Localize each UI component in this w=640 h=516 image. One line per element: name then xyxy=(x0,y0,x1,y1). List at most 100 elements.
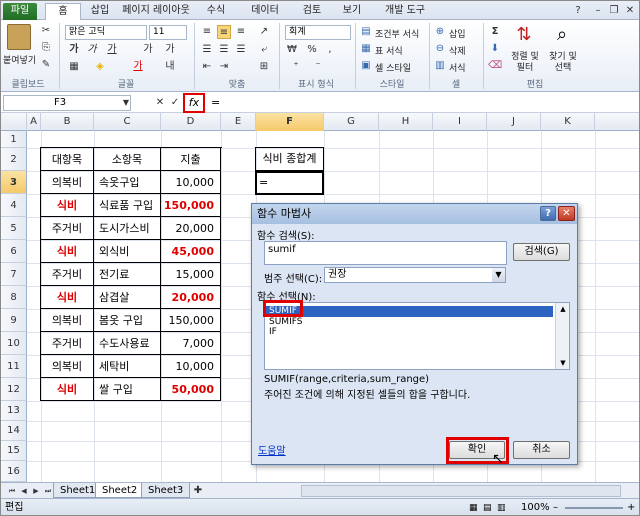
row-header[interactable]: 1 xyxy=(1,131,27,148)
phonetic-icon[interactable]: 내 xyxy=(163,60,177,74)
paste-button[interactable]: 붙여넣기 xyxy=(3,53,36,66)
expense-cell[interactable]: 10,000 xyxy=(161,171,221,194)
decrease-indent-icon[interactable]: ⇤ xyxy=(200,60,214,74)
expense-cell[interactable]: 10,000 xyxy=(161,355,221,378)
row-header[interactable]: 9 xyxy=(1,309,27,332)
align-middle-icon[interactable]: ≡ xyxy=(217,25,231,39)
copy-icon[interactable]: ⎘ xyxy=(39,41,53,55)
borders-icon[interactable]: ▦ xyxy=(67,60,81,74)
row-header[interactable]: 15 xyxy=(1,441,27,461)
column-header-e[interactable]: E xyxy=(221,113,256,131)
decrease-decimal-icon[interactable]: ⁻ xyxy=(311,60,325,74)
subcategory-cell[interactable]: 쌀 구입 xyxy=(94,378,161,401)
percent-icon[interactable]: % xyxy=(305,43,319,57)
tab-file[interactable]: 파일 xyxy=(3,3,37,20)
table-format-button[interactable]: 표 서식 xyxy=(375,44,403,57)
subcategory-cell[interactable]: 식료품 구입 xyxy=(94,194,161,217)
column-header-d[interactable]: D xyxy=(161,113,221,131)
row-header[interactable]: 6 xyxy=(1,240,27,263)
insert-function-button[interactable]: fx xyxy=(183,93,205,113)
tab-formulas[interactable]: 수식 xyxy=(199,3,233,20)
subcategory-cell[interactable]: 도시가스비 xyxy=(94,217,161,240)
comma-icon[interactable]: , xyxy=(323,43,337,57)
row-header[interactable]: 14 xyxy=(1,421,27,441)
row-header[interactable]: 13 xyxy=(1,401,27,421)
name-box[interactable]: F3 xyxy=(3,95,131,111)
dialog-close-icon[interactable]: ✕ xyxy=(558,206,575,221)
header-subcategory[interactable]: 소항목 xyxy=(94,148,161,171)
category-cell[interactable]: 의복비 xyxy=(41,171,94,194)
conditional-format-button[interactable]: 조건부 서식 xyxy=(375,27,419,40)
column-header-j[interactable]: J xyxy=(487,113,541,131)
cell-style-icon[interactable]: ▣ xyxy=(359,59,373,73)
table-format-icon[interactable]: ▦ xyxy=(359,42,373,56)
tab-developer[interactable]: 개발 도구 xyxy=(377,3,433,20)
format-painter-icon[interactable]: ✎ xyxy=(39,58,53,72)
subcategory-cell[interactable]: 속옷구입 xyxy=(94,171,161,194)
header-expense[interactable]: 지출 xyxy=(161,148,221,171)
category-cell[interactable]: 식비 xyxy=(41,240,94,263)
increase-indent-icon[interactable]: ⇥ xyxy=(217,60,231,74)
cell-style-button[interactable]: 셀 스타일 xyxy=(375,61,411,74)
bold-icon[interactable]: 가 xyxy=(67,43,81,57)
row-header[interactable]: 5 xyxy=(1,217,27,240)
category-cell[interactable]: 의복비 xyxy=(41,309,94,332)
restore-icon[interactable]: ❐ xyxy=(607,4,621,18)
new-sheet-icon[interactable]: ✚ xyxy=(191,484,205,498)
conditional-format-icon[interactable]: ▤ xyxy=(359,25,373,39)
scroll-down-icon[interactable]: ▼ xyxy=(556,357,570,369)
format-cells-icon[interactable]: ▥ xyxy=(433,59,447,73)
expense-cell[interactable]: 20,000 xyxy=(161,286,221,309)
clear-icon[interactable]: ⌫ xyxy=(488,59,502,73)
help-link[interactable]: 도움말 xyxy=(258,442,286,457)
cut-icon[interactable]: ✂ xyxy=(39,24,53,38)
expense-cell[interactable]: 150,000 xyxy=(161,309,221,332)
category-cell[interactable]: 식비 xyxy=(41,286,94,309)
row-header[interactable]: 12 xyxy=(1,378,27,401)
column-header-k[interactable]: K xyxy=(541,113,595,131)
view-pagebreak-icon[interactable]: ▥ xyxy=(497,499,506,515)
function-list-item[interactable]: SUMIF xyxy=(266,306,553,317)
expense-cell[interactable]: 20,000 xyxy=(161,217,221,240)
subcategory-cell[interactable]: 세탁비 xyxy=(94,355,161,378)
column-header-c[interactable]: C xyxy=(94,113,161,131)
horizontal-scrollbar[interactable] xyxy=(301,485,621,497)
tab-insert[interactable]: 삽입 xyxy=(83,3,117,20)
italic-icon[interactable]: 가 xyxy=(85,43,99,57)
tab-view[interactable]: 보기 xyxy=(335,3,369,20)
font-name-combo[interactable]: 맑은 고딕 xyxy=(65,25,147,40)
category-cell[interactable]: 식비 xyxy=(41,378,94,401)
row-header[interactable]: 11 xyxy=(1,355,27,378)
paste-icon[interactable] xyxy=(7,24,31,50)
number-format-combo[interactable]: 회계 xyxy=(285,25,351,40)
sort-filter-icon[interactable]: ⇅ xyxy=(513,24,535,48)
underline-icon[interactable]: 가 xyxy=(105,43,119,57)
expense-cell[interactable]: 45,000 xyxy=(161,240,221,263)
row-header[interactable]: 4 xyxy=(1,194,27,217)
column-header-g[interactable]: G xyxy=(324,113,379,131)
header-category[interactable]: 대항목 xyxy=(41,148,94,171)
scroll-up-icon[interactable]: ▲ xyxy=(556,303,570,315)
summary-header-cell[interactable]: 식비 종합계 xyxy=(255,147,324,171)
view-layout-icon[interactable]: ▤ xyxy=(483,499,492,515)
cancel-entry-icon[interactable]: ✕ xyxy=(153,96,167,110)
tab-page-layout[interactable]: 페이지 레이아웃 xyxy=(119,3,193,20)
list-scrollbar[interactable]: ▲ ▼ xyxy=(555,303,569,369)
category-cell[interactable]: 주거비 xyxy=(41,217,94,240)
close-icon[interactable]: ✕ xyxy=(623,4,637,18)
category-select[interactable]: 권장 xyxy=(324,267,506,283)
row-header[interactable]: 2 xyxy=(1,148,27,171)
formula-input[interactable]: = xyxy=(211,96,220,109)
function-list-item[interactable]: IF xyxy=(266,327,553,337)
sort-filter-button[interactable]: 정렬 및 필터 xyxy=(507,52,543,74)
sheet-tab[interactable]: Sheet3 xyxy=(141,483,191,498)
align-right-icon[interactable]: ☰ xyxy=(234,43,248,57)
orientation-icon[interactable]: ↗ xyxy=(257,25,271,39)
subcategory-cell[interactable]: 외식비 xyxy=(94,240,161,263)
delete-cells-icon[interactable]: ⊖ xyxy=(433,42,447,56)
tab-home[interactable]: 홈 xyxy=(45,3,81,21)
row-header[interactable]: 16 xyxy=(1,461,27,482)
minimize-ribbon-icon[interactable]: – xyxy=(591,4,605,18)
cancel-button[interactable]: 취소 xyxy=(513,441,570,459)
category-cell[interactable]: 주거비 xyxy=(41,332,94,355)
